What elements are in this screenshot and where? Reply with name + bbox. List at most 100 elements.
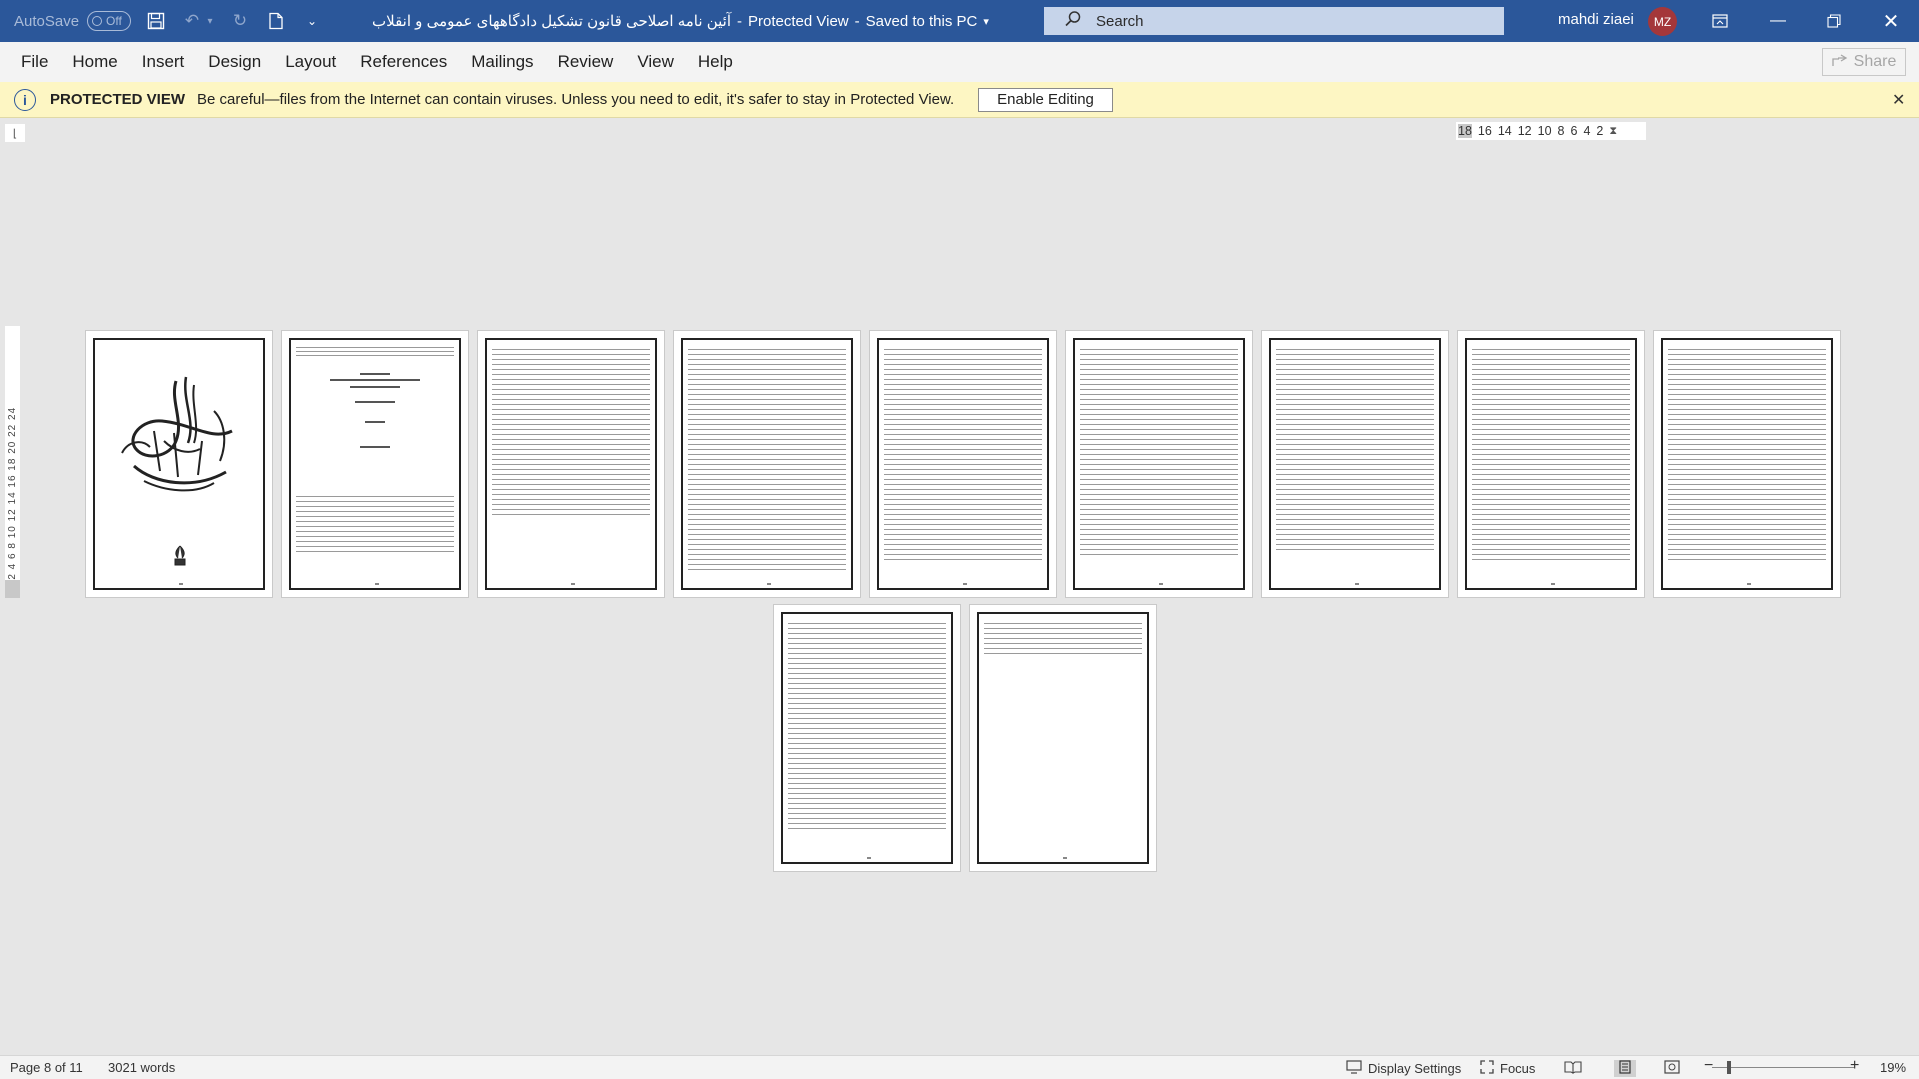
page-thumbnail-1[interactable] bbox=[85, 330, 273, 598]
page-number bbox=[179, 583, 183, 585]
ruler-tick: 10 bbox=[1537, 124, 1552, 138]
tab-design[interactable]: Design bbox=[196, 42, 273, 82]
page-thumbnail-2[interactable] bbox=[281, 330, 469, 598]
tab-insert[interactable]: Insert bbox=[130, 42, 197, 82]
display-settings-label: Display Settings bbox=[1368, 1061, 1462, 1076]
zoom-slider-thumb[interactable] bbox=[1727, 1061, 1731, 1074]
tab-mailings[interactable]: Mailings bbox=[459, 42, 545, 82]
autosave-toggle[interactable]: Off bbox=[87, 11, 132, 31]
calligraphy-emblem-icon bbox=[121, 376, 233, 492]
avatar[interactable]: MZ bbox=[1648, 7, 1677, 36]
ruler-tick: 8 bbox=[1557, 124, 1565, 138]
title-bar: AutoSave Off ↶ ▾ ↻ ⌄ آئین نامه اصلاحی قا… bbox=[0, 0, 1919, 42]
focus-button[interactable]: Focus bbox=[1480, 1060, 1535, 1077]
page-thumbnail-4[interactable] bbox=[673, 330, 861, 598]
page-text-block bbox=[1472, 349, 1630, 561]
ruler-margin bbox=[5, 580, 20, 598]
search-box[interactable]: Search bbox=[1044, 7, 1504, 35]
heading-line bbox=[330, 379, 420, 381]
page-number bbox=[375, 583, 379, 585]
zoom-level[interactable]: 19% bbox=[1880, 1060, 1906, 1075]
page-number bbox=[1159, 583, 1163, 585]
page-thumbnail-6[interactable] bbox=[1065, 330, 1253, 598]
read-mode-icon[interactable] bbox=[1564, 1060, 1582, 1077]
restore-icon[interactable] bbox=[1811, 0, 1857, 42]
share-icon bbox=[1831, 53, 1848, 72]
display-settings-icon bbox=[1346, 1060, 1362, 1077]
page-thumbnail-8[interactable] bbox=[1457, 330, 1645, 598]
tab-layout[interactable]: Layout bbox=[273, 42, 348, 82]
vertical-ruler-ticks: 2 2 4 6 8 10 12 14 16 18 20 22 24 bbox=[7, 406, 18, 590]
page-number bbox=[1551, 583, 1555, 585]
indent-marker-icon[interactable]: ⧗ bbox=[1609, 125, 1617, 138]
page-text-block bbox=[688, 349, 846, 571]
tab-help[interactable]: Help bbox=[686, 42, 745, 82]
share-button[interactable]: Share bbox=[1822, 48, 1906, 76]
page-number bbox=[1063, 857, 1067, 859]
status-bar: Page 8 of 11 3021 words Display Settings… bbox=[0, 1055, 1919, 1079]
page-thumbnail-5[interactable] bbox=[869, 330, 1057, 598]
zoom-in-button[interactable]: + bbox=[1850, 1057, 1859, 1075]
ruler-tick: 18 bbox=[1458, 124, 1472, 138]
emblem-icon bbox=[174, 545, 186, 566]
page-text-block bbox=[296, 496, 454, 556]
page-header-text bbox=[296, 347, 454, 357]
page-thumbnail-7[interactable] bbox=[1261, 330, 1449, 598]
display-settings-button[interactable]: Display Settings bbox=[1346, 1060, 1461, 1077]
heading-line bbox=[360, 446, 390, 448]
page-text-block bbox=[492, 349, 650, 517]
close-icon[interactable]: ✕ bbox=[1892, 90, 1905, 110]
page-text-block bbox=[1668, 349, 1826, 561]
horizontal-ruler[interactable]: 18 16 14 12 10 8 6 4 2 ⧗ bbox=[1456, 122, 1646, 140]
tab-view[interactable]: View bbox=[625, 42, 686, 82]
ruler-tick: 16 bbox=[1477, 124, 1492, 138]
page-thumbnail-11[interactable] bbox=[969, 604, 1157, 872]
ruler-tick: 2 bbox=[1596, 124, 1604, 138]
tab-review[interactable]: Review bbox=[546, 42, 626, 82]
autosave-label: AutoSave bbox=[14, 12, 80, 30]
page-thumbnail-10[interactable] bbox=[773, 604, 961, 872]
page-thumbnail-3[interactable] bbox=[477, 330, 665, 598]
tab-home[interactable]: Home bbox=[60, 42, 129, 82]
zoom-out-button[interactable]: − bbox=[1704, 1057, 1713, 1075]
page-info[interactable]: Page 8 of 11 bbox=[10, 1060, 83, 1075]
ribbon-tabs: File Home Insert Design Layout Reference… bbox=[0, 42, 1919, 82]
undo-dropdown-icon[interactable]: ▾ bbox=[205, 10, 215, 32]
minimize-icon[interactable]: — bbox=[1755, 0, 1801, 42]
save-icon[interactable] bbox=[145, 10, 167, 32]
ruler-tick: 6 bbox=[1570, 124, 1578, 138]
tab-references[interactable]: References bbox=[348, 42, 459, 82]
word-count[interactable]: 3021 words bbox=[108, 1060, 175, 1075]
ribbon-display-options-icon[interactable] bbox=[1697, 0, 1743, 42]
autosave-state: Off bbox=[106, 14, 122, 28]
share-label: Share bbox=[1853, 53, 1897, 70]
tab-file[interactable]: File bbox=[0, 42, 60, 82]
search-placeholder: Search bbox=[1096, 12, 1144, 30]
customize-toolbar-icon[interactable]: ⌄ bbox=[301, 10, 323, 32]
focus-icon bbox=[1480, 1060, 1494, 1077]
page-number bbox=[963, 583, 967, 585]
redo-icon[interactable]: ↻ bbox=[229, 10, 251, 32]
web-layout-icon[interactable] bbox=[1664, 1060, 1680, 1077]
chevron-down-icon[interactable]: ▾ bbox=[983, 15, 989, 28]
zoom-slider-track[interactable] bbox=[1712, 1067, 1854, 1068]
enable-editing-button[interactable]: Enable Editing bbox=[978, 87, 1113, 112]
save-state-label[interactable]: Saved to this PC bbox=[866, 13, 978, 30]
undo-icon[interactable]: ↶ bbox=[181, 10, 203, 32]
info-icon: i bbox=[14, 88, 36, 111]
page-text-block bbox=[1080, 349, 1238, 557]
user-name[interactable]: mahdi ziaei bbox=[1558, 11, 1634, 28]
tab-selector[interactable]: ⌊ bbox=[5, 124, 25, 142]
document-title: آئین نامه اصلاحی قانون تشکیل دادگاههای ع… bbox=[372, 13, 732, 30]
close-icon[interactable]: ✕ bbox=[1868, 0, 1914, 42]
print-layout-icon[interactable] bbox=[1614, 1060, 1636, 1077]
page-thumbnail-9[interactable] bbox=[1653, 330, 1841, 598]
protected-view-bar: i PROTECTED VIEW Be careful—files from t… bbox=[0, 82, 1919, 118]
heading-line bbox=[360, 373, 390, 375]
page-text-block bbox=[1276, 349, 1434, 551]
page-number bbox=[1747, 583, 1751, 585]
document-title-area: آئین نامه اصلاحی قانون تشکیل دادگاههای ع… bbox=[372, 0, 989, 42]
vertical-ruler[interactable]: 2 2 4 6 8 10 12 14 16 18 20 22 24 bbox=[5, 326, 20, 598]
new-document-icon[interactable] bbox=[265, 10, 287, 32]
protected-view-title: PROTECTED VIEW bbox=[50, 91, 186, 108]
